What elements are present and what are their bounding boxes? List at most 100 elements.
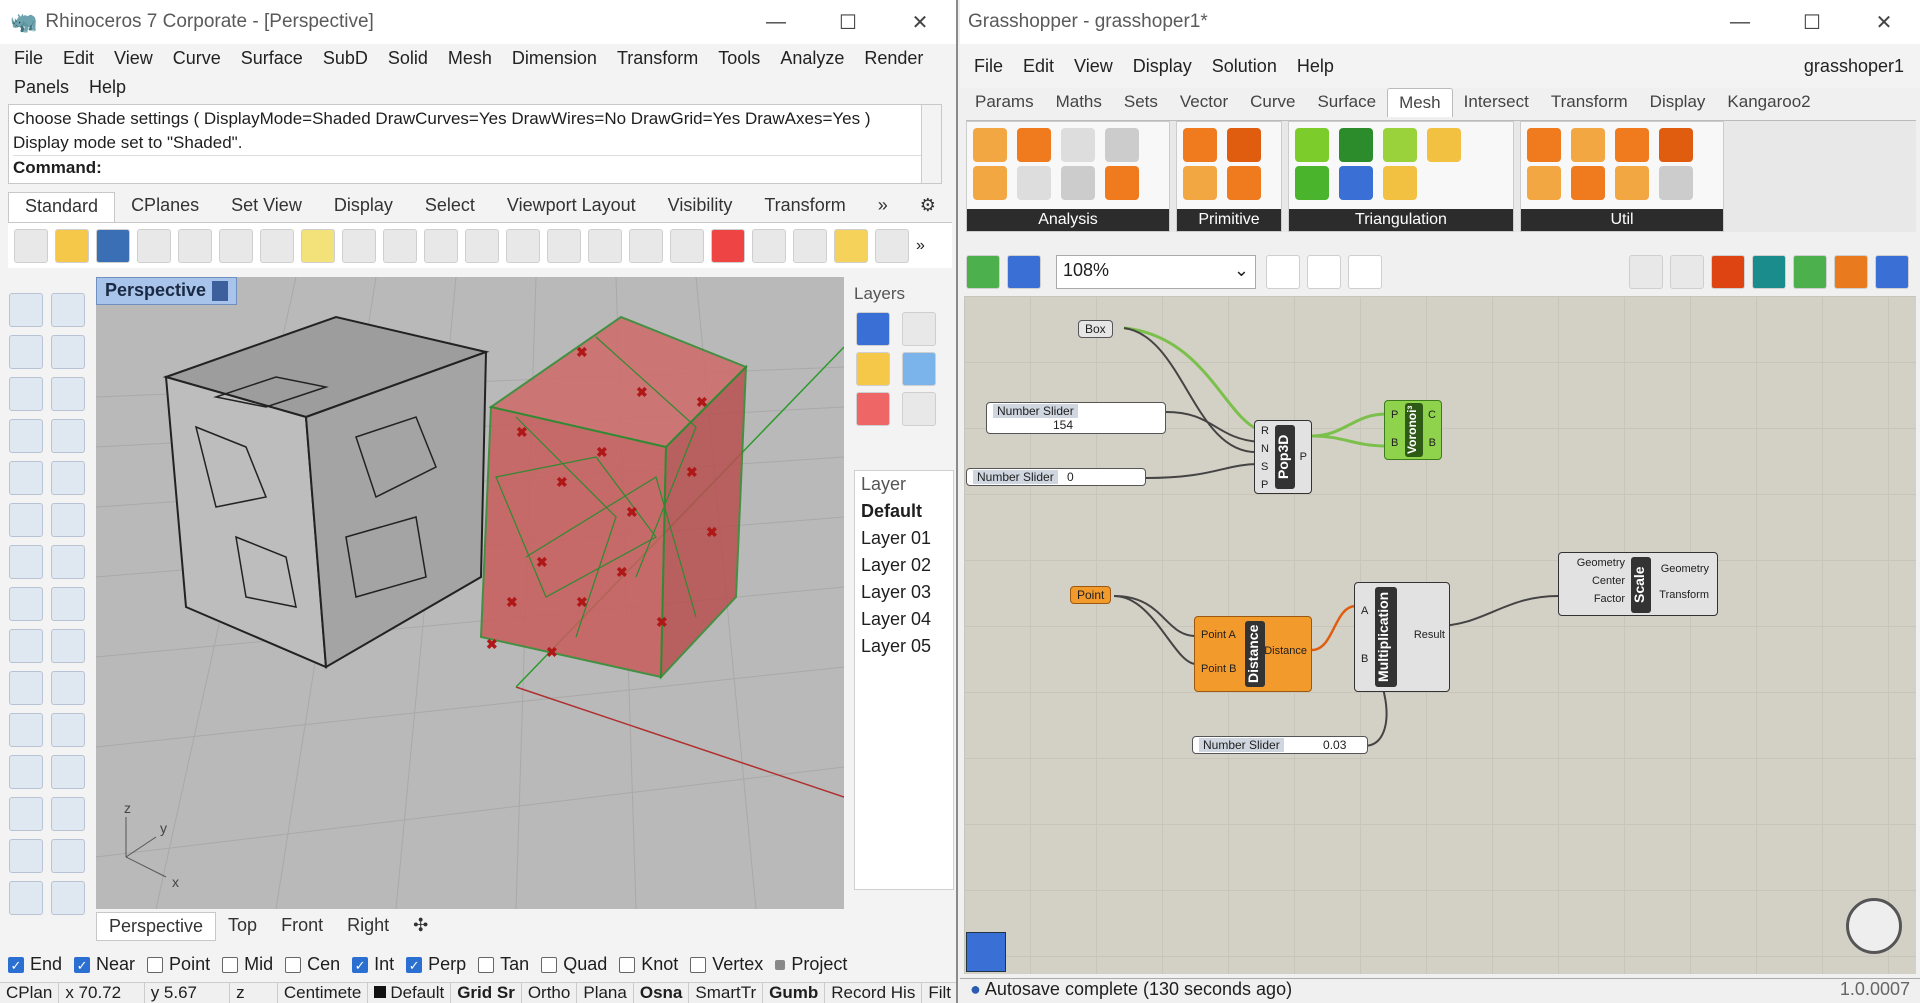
- osnap-cen[interactable]: Cen: [285, 954, 340, 975]
- checkbox-icon[interactable]: ✓: [406, 956, 423, 973]
- osnap-project[interactable]: Project: [775, 954, 847, 975]
- save-file-icon[interactable]: [1007, 255, 1041, 289]
- help-icon[interactable]: [902, 352, 936, 386]
- grid-icon[interactable]: [752, 228, 786, 263]
- delaunay-icon[interactable]: [1339, 128, 1373, 162]
- block-icon[interactable]: [9, 881, 43, 915]
- dimension-icon[interactable]: [51, 839, 85, 873]
- proximity-icon[interactable]: [1295, 166, 1329, 200]
- minimize-icon[interactable]: —: [740, 11, 812, 34]
- vtab-top[interactable]: Top: [216, 912, 269, 941]
- mesh-closest-icon[interactable]: [1105, 128, 1139, 162]
- checkbox-icon[interactable]: [478, 956, 495, 973]
- light-icon[interactable]: [875, 228, 909, 263]
- mesh-box-icon[interactable]: [1017, 166, 1051, 200]
- port-center[interactable]: Center: [1592, 575, 1625, 587]
- gh-canvas[interactable]: Box Number Slider 154 Number Slider 0 R …: [964, 296, 1916, 974]
- port-c[interactable]: C: [1428, 409, 1436, 421]
- curve-icon[interactable]: [51, 335, 85, 369]
- zoom-extents-icon[interactable]: [1266, 255, 1300, 289]
- port-s[interactable]: S: [1261, 461, 1268, 473]
- maximize-icon[interactable]: ☐: [1776, 10, 1848, 35]
- folder-icon[interactable]: [856, 352, 890, 386]
- port-p[interactable]: P: [1261, 479, 1268, 491]
- layer-item[interactable]: Layer 04: [855, 606, 953, 633]
- menu-subd[interactable]: SubD: [313, 44, 378, 73]
- sketch-icon[interactable]: [1348, 255, 1382, 289]
- gh-tab-transform[interactable]: Transform: [1540, 88, 1639, 117]
- preview-wireframe-icon[interactable]: [1670, 255, 1704, 289]
- close-icon[interactable]: ✕: [884, 10, 956, 35]
- mesh-eval-icon[interactable]: [973, 166, 1007, 200]
- zoom-combobox[interactable]: 108% ⌄: [1056, 255, 1256, 289]
- tab-visibility[interactable]: Visibility: [652, 192, 749, 222]
- menu-panels[interactable]: Panels: [4, 73, 79, 102]
- checkbox-icon[interactable]: ✓: [74, 956, 91, 973]
- layer-item-default[interactable]: Default: [855, 498, 953, 525]
- port-geometry-in[interactable]: Geometry: [1577, 557, 1625, 569]
- paint-icon[interactable]: [902, 312, 936, 346]
- osnap-near[interactable]: ✓ Near: [74, 954, 135, 975]
- explode-icon[interactable]: [51, 629, 85, 663]
- add-viewport-icon[interactable]: ✣: [401, 912, 440, 941]
- menu-transform[interactable]: Transform: [607, 44, 708, 73]
- osnap-vertex[interactable]: Vertex: [690, 954, 763, 975]
- zoom-dropdown-icon[interactable]: ⌄: [1234, 260, 1249, 281]
- number-slider-2[interactable]: Number Slider 0: [966, 468, 1146, 486]
- tab-set-view[interactable]: Set View: [215, 192, 318, 222]
- osnap-tan[interactable]: Tan: [478, 954, 529, 975]
- osnap-mid[interactable]: Mid: [222, 954, 273, 975]
- gh-tab-params[interactable]: Params: [964, 88, 1045, 117]
- multiplication-component[interactable]: A B Multiplication Result: [1354, 582, 1450, 692]
- tab-standard[interactable]: Standard: [8, 192, 116, 222]
- text-icon[interactable]: [9, 797, 43, 831]
- port-p[interactable]: P: [1391, 409, 1398, 421]
- checkbox-icon[interactable]: [147, 956, 164, 973]
- print-icon[interactable]: [137, 228, 171, 263]
- zoom-window-icon[interactable]: [506, 228, 540, 263]
- osnap-point[interactable]: Point: [147, 954, 210, 975]
- status-cplane[interactable]: CPlan: [0, 983, 60, 1003]
- layer-stack-icon[interactable]: [902, 392, 936, 426]
- preview-shaded-icon[interactable]: [1711, 255, 1745, 289]
- port-n[interactable]: N: [1261, 443, 1269, 455]
- vtab-perspective[interactable]: Perspective: [96, 912, 217, 941]
- checkbox-icon[interactable]: [222, 956, 239, 973]
- gh-tab-vector[interactable]: Vector: [1169, 88, 1239, 117]
- new-icon[interactable]: [14, 228, 48, 263]
- checkbox-icon[interactable]: [285, 956, 302, 973]
- gumball-icon[interactable]: [834, 228, 868, 263]
- voronoi-cell-icon[interactable]: [1383, 166, 1417, 200]
- vtab-right[interactable]: Right: [335, 912, 401, 941]
- status-osnap[interactable]: Osna: [634, 983, 690, 1003]
- close-icon[interactable]: ✕: [1848, 10, 1920, 35]
- surface-icon[interactable]: [9, 503, 43, 537]
- mesh-flip-icon[interactable]: [1659, 166, 1693, 200]
- preview-selected-icon[interactable]: [1793, 255, 1827, 289]
- status-smarttrack[interactable]: SmartTr: [689, 983, 764, 1003]
- minimize-icon[interactable]: —: [1704, 11, 1776, 34]
- mesh-explode-icon[interactable]: [1615, 166, 1649, 200]
- extrude-icon[interactable]: [51, 503, 85, 537]
- status-layer[interactable]: Default: [368, 983, 452, 1003]
- preview-quality-icon[interactable]: [1875, 255, 1909, 289]
- gh-tab-sets[interactable]: Sets: [1113, 88, 1169, 117]
- layer-item[interactable]: Layer 01: [855, 525, 953, 552]
- gh-tab-curve[interactable]: Curve: [1239, 88, 1306, 117]
- port-distance[interactable]: Distance: [1264, 645, 1307, 657]
- port-out-p[interactable]: P: [1300, 451, 1307, 463]
- number-slider-1[interactable]: Number Slider 154: [986, 402, 1166, 434]
- facet-dome-icon[interactable]: [1383, 128, 1417, 162]
- undo-icon[interactable]: [342, 228, 376, 263]
- distance-component[interactable]: Point A Point B Distance Distance: [1194, 616, 1312, 692]
- mesh-blur-icon[interactable]: [1571, 166, 1605, 200]
- osnap-quad[interactable]: Quad: [541, 954, 607, 975]
- osnap-perp[interactable]: ✓ Perp: [406, 954, 466, 975]
- tab-cplanes[interactable]: CPlanes: [115, 192, 215, 222]
- menu-help[interactable]: Help: [79, 73, 136, 102]
- vtab-front[interactable]: Front: [269, 912, 335, 941]
- mesh-smooth-icon[interactable]: [1527, 166, 1561, 200]
- status-gumball[interactable]: Gumb: [763, 983, 826, 1003]
- gh-tab-surface[interactable]: Surface: [1306, 88, 1387, 117]
- preview-off-icon[interactable]: [1629, 255, 1663, 289]
